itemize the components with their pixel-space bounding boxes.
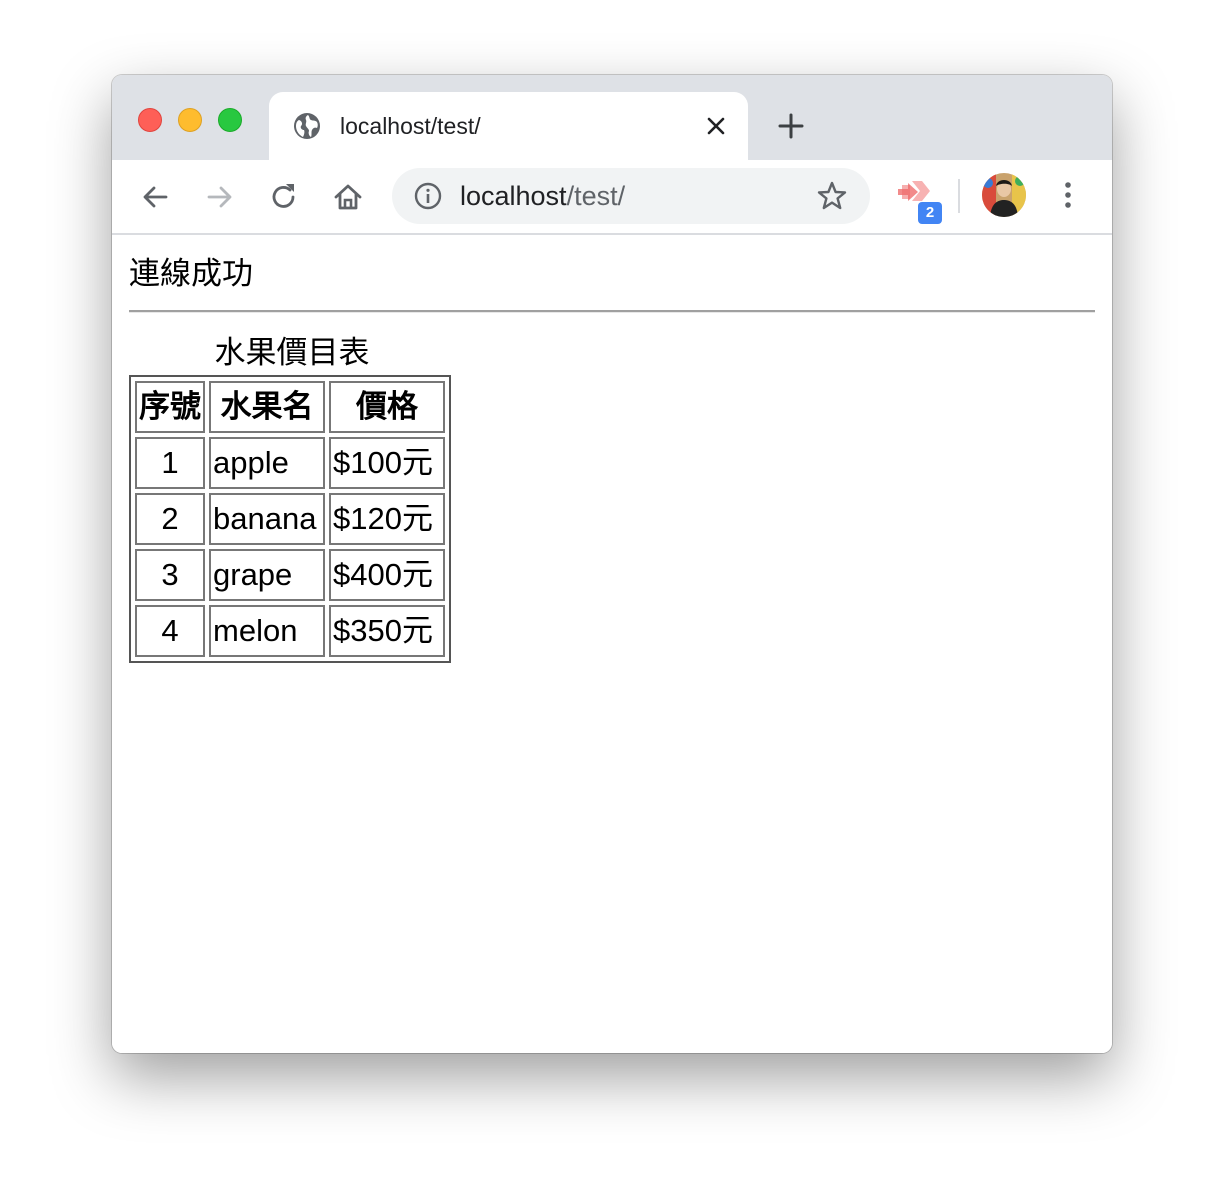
tab-close-icon[interactable] (703, 113, 729, 139)
table-row: 4 melon $350元 (135, 605, 445, 657)
info-icon[interactable] (414, 182, 442, 210)
url-host: localhost (460, 181, 567, 211)
forward-arrow-icon[interactable] (202, 180, 236, 214)
cell-price: $120元 (329, 493, 445, 545)
url-text[interactable]: localhost/test/ (460, 181, 625, 211)
header-cell-price: 價格 (329, 381, 445, 433)
cell-index: 4 (135, 605, 205, 657)
connection-status-text: 連線成功 (129, 256, 253, 291)
browser-window: localhost/test/ localhost/test/ 2 連線成功 水… (112, 75, 1112, 1053)
cell-fruit-name: melon (209, 605, 325, 657)
toolbar-separator (958, 179, 960, 213)
tab-strip: localhost/test/ (112, 75, 1112, 160)
cell-price: $100元 (329, 437, 445, 489)
globe-icon (294, 113, 320, 139)
tab-title: localhost/test/ (340, 113, 481, 139)
fruit-price-table: 序號 水果名 價格 1 apple $100元 2 banana $120元 3 (129, 375, 451, 663)
table-row: 3 grape $400元 (135, 549, 445, 601)
cell-price: $350元 (329, 605, 445, 657)
reload-icon[interactable] (267, 180, 301, 214)
cell-fruit-name: banana (209, 493, 325, 545)
page-content: 連線成功 水果價目表 序號 水果名 價格 1 apple $100元 2 ban… (112, 235, 1112, 1053)
cell-fruit-name: grape (209, 549, 325, 601)
active-tab[interactable]: localhost/test/ (269, 92, 748, 160)
extension-badge: 2 (918, 202, 942, 224)
cell-index: 3 (135, 549, 205, 601)
back-arrow-icon[interactable] (139, 180, 173, 214)
menu-kebab-icon[interactable] (1056, 178, 1080, 212)
table-row: 2 banana $120元 (135, 493, 445, 545)
avatar-image (982, 173, 1026, 217)
header-cell-fruit-name: 水果名 (209, 381, 325, 433)
home-icon[interactable] (331, 180, 365, 214)
window-maximize-button[interactable] (218, 108, 242, 132)
window-close-button[interactable] (138, 108, 162, 132)
horizontal-rule (129, 310, 1095, 313)
cell-price: $400元 (329, 549, 445, 601)
bookmark-star-icon[interactable] (816, 180, 848, 212)
table-header-row: 序號 水果名 價格 (135, 381, 445, 433)
profile-avatar[interactable] (982, 173, 1026, 217)
new-tab-plus-icon[interactable] (776, 111, 806, 141)
url-path: /test/ (566, 181, 626, 211)
cell-index: 2 (135, 493, 205, 545)
table-row: 1 apple $100元 (135, 437, 445, 489)
address-bar[interactable]: localhost/test/ (392, 168, 870, 224)
cell-index: 1 (135, 437, 205, 489)
toolbar: localhost/test/ (112, 160, 1112, 235)
window-minimize-button[interactable] (178, 108, 202, 132)
header-cell-index: 序號 (135, 381, 205, 433)
table-caption: 水果價目表 (214, 335, 370, 370)
cell-fruit-name: apple (209, 437, 325, 489)
